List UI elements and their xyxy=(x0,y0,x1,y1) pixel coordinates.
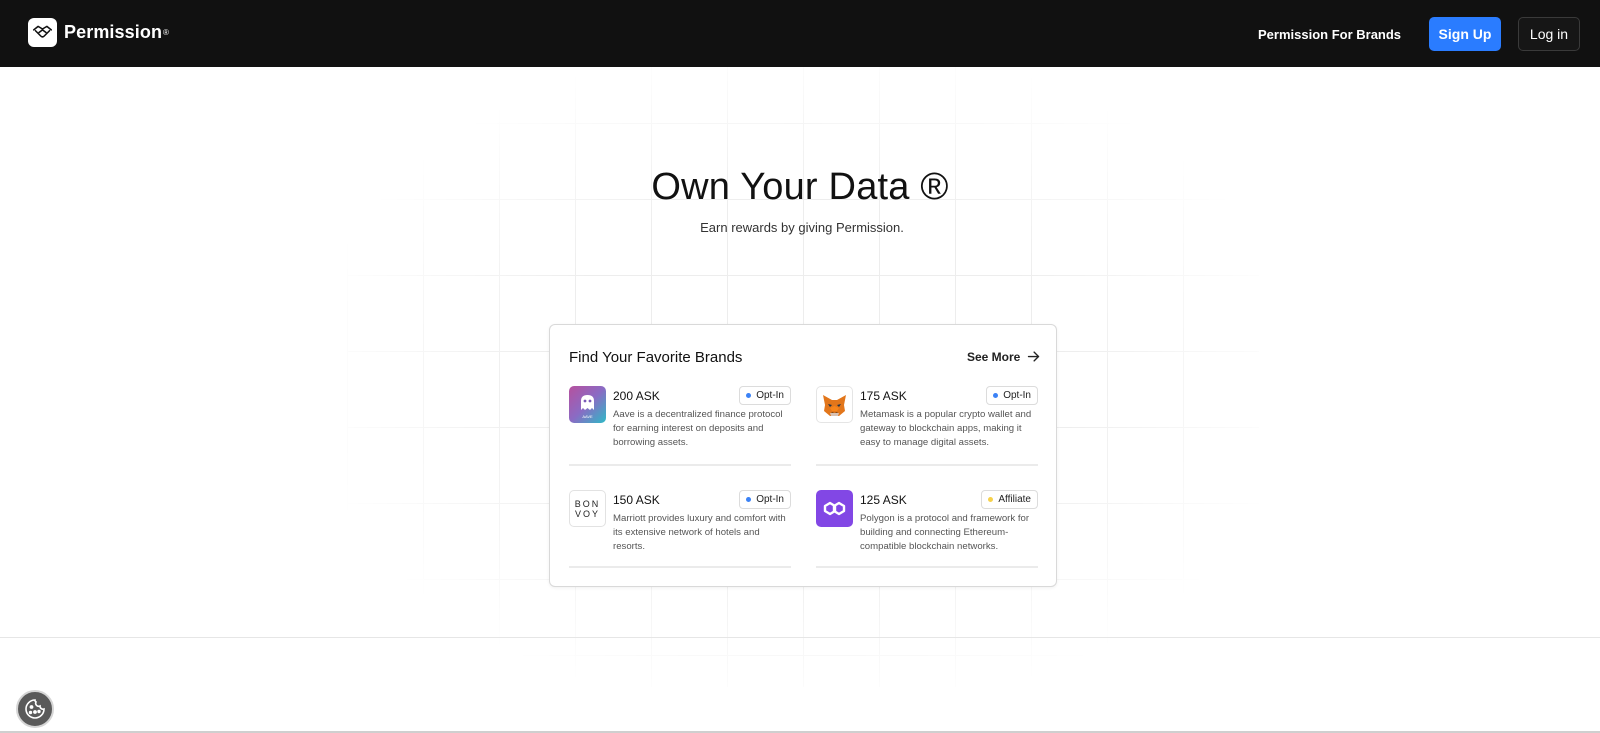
bonvoy-line-1: BON xyxy=(574,498,601,509)
brand-description: Marriott provides luxury and comfort wit… xyxy=(613,513,786,552)
arrow-right-icon xyxy=(1028,351,1040,362)
badge-label: Opt-In xyxy=(756,494,784,505)
ask-amount: 200 ASK xyxy=(613,389,660,403)
hero-subtitle: Earn rewards by giving Permission. xyxy=(700,220,904,235)
sign-up-button[interactable]: Sign Up xyxy=(1429,17,1501,51)
affiliate-badge: Affiliate xyxy=(981,490,1038,509)
bonvoy-wordmark-icon: BON VOY xyxy=(569,490,606,527)
ask-amount: 125 ASK xyxy=(860,493,907,507)
registered-mark: ® xyxy=(163,28,169,37)
badge-label: Affiliate xyxy=(998,494,1031,505)
badge-dot xyxy=(988,497,994,502)
ask-amount: 175 ASK xyxy=(860,389,907,403)
badge-dot xyxy=(746,393,752,398)
metamask-fox-icon xyxy=(816,386,853,423)
hero-title: Own Your Data ® xyxy=(651,166,949,208)
badge-dot xyxy=(746,497,752,502)
top-navigation-bar: Permission ® Permission For Brands Sign U… xyxy=(0,0,1600,67)
permission-logo[interactable]: Permission ® xyxy=(28,18,169,47)
bonvoy-line-2: VOY xyxy=(574,508,600,519)
item-divider xyxy=(816,566,1038,568)
item-divider xyxy=(569,464,791,466)
ask-amount: 150 ASK xyxy=(613,493,660,507)
item-divider xyxy=(569,566,791,568)
brand-description: Polygon is a protocol and framework for … xyxy=(860,513,1030,552)
brand-item-polygon[interactable]: 125 ASK Affiliate Polygon is a protocol … xyxy=(816,490,1038,580)
badge-label: Opt-In xyxy=(1003,390,1031,401)
see-more-label: See More xyxy=(967,349,1021,364)
cookie-settings-button[interactable] xyxy=(16,690,54,728)
badge-dot xyxy=(993,393,999,398)
card-title: Find Your Favorite Brands xyxy=(569,349,743,366)
favorite-brands-card: Find Your Favorite Brands See More AAVE … xyxy=(549,324,1057,587)
badge-label: Opt-In xyxy=(756,390,784,401)
brand-description: Metamask is a popular crypto wallet and … xyxy=(860,409,1032,448)
log-in-button[interactable]: Log in xyxy=(1518,17,1580,51)
opt-in-badge: Opt-In xyxy=(986,386,1038,405)
brand-description: Aave is a decentralized finance protocol… xyxy=(613,409,783,448)
polygon-icon xyxy=(816,490,853,527)
cookie-icon xyxy=(25,699,45,719)
opt-in-badge: Opt-In xyxy=(739,386,791,405)
permission-handshake-icon xyxy=(28,18,57,47)
item-divider xyxy=(816,464,1038,466)
brand-name: Permission xyxy=(64,22,163,42)
permission-for-brands-link[interactable]: Permission For Brands xyxy=(1258,27,1401,42)
section-divider xyxy=(0,637,1600,638)
brand-item-aave[interactable]: AAVE 200 ASK Opt-In Aave is a decentrali… xyxy=(569,386,791,476)
aave-ghost-icon: AAVE xyxy=(569,386,606,423)
brand-item-marriott[interactable]: BON VOY 150 ASK Opt-In Marriott provides… xyxy=(569,490,791,580)
see-more-link[interactable]: See More xyxy=(967,349,1041,364)
brand-item-metamask[interactable]: 175 ASK Opt-In Metamask is a popular cry… xyxy=(816,386,1038,476)
aave-logo-text: AAVE xyxy=(582,414,593,419)
opt-in-badge: Opt-In xyxy=(739,490,791,509)
